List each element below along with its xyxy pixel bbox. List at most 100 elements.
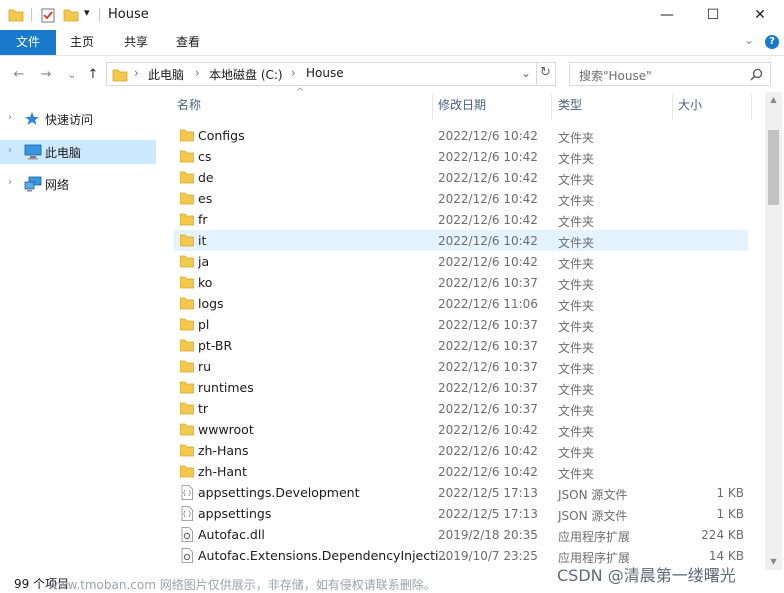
file-date: 2022/12/6 10:37 (438, 381, 538, 395)
file-row[interactable]: ru 2022/12/6 10:37 文件夹 (174, 356, 748, 377)
file-date: 2022/12/6 10:37 (438, 318, 538, 332)
column-header-size[interactable]: 大小 (678, 96, 702, 116)
file-row[interactable]: runtimes 2022/12/6 10:37 文件夹 (174, 377, 748, 398)
minimize-button[interactable]: — (644, 0, 690, 30)
breadcrumb-house[interactable]: House (306, 66, 344, 80)
file-name: zh-Hans (198, 443, 249, 458)
chevron-right-icon[interactable]: › (8, 177, 12, 188)
file-row[interactable]: cs 2022/12/6 10:42 文件夹 (174, 146, 748, 167)
file-date: 2022/12/6 11:06 (438, 297, 538, 311)
search-icon[interactable] (750, 68, 763, 81)
search-input[interactable]: 搜索"House" (569, 62, 771, 86)
tab-view[interactable]: 查看 (166, 30, 210, 55)
file-row[interactable]: es 2022/12/6 10:42 文件夹 (174, 188, 748, 209)
new-folder-icon[interactable] (63, 7, 79, 23)
file-row[interactable]: zh-Hans 2022/12/6 10:42 文件夹 (174, 440, 748, 461)
file-type: JSON 源文件 (558, 488, 628, 502)
column-resize-handle[interactable] (672, 94, 673, 120)
breadcrumb-local-disk[interactable]: 本地磁盘 (C:) (209, 66, 283, 83)
file-row[interactable]: { } appsettings 2022/12/5 17:13 JSON 源文件 1 K… (174, 503, 748, 524)
column-resize-handle[interactable] (432, 94, 433, 120)
sidebar-item-quick-access[interactable]: › 快速访问 (0, 107, 156, 131)
column-resize-handle[interactable] (751, 94, 752, 120)
file-date: 2022/12/6 10:42 (438, 171, 538, 185)
file-row[interactable]: it 2022/12/6 10:42 文件夹 (174, 230, 748, 251)
navigation-pane: › 快速访问 › 此电脑 › 网络 (0, 96, 158, 566)
maximize-button[interactable]: ☐ (690, 0, 736, 30)
file-name: tr (198, 401, 209, 416)
scroll-up-icon[interactable]: ▲ (765, 92, 782, 108)
file-row[interactable]: ko 2022/12/6 10:37 文件夹 (174, 272, 748, 293)
file-name: appsettings (198, 506, 272, 521)
file-type: 应用程序扩展 (558, 530, 631, 544)
ribbon-collapse-icon[interactable]: ⌄ (744, 33, 754, 47)
file-row[interactable]: fr 2022/12/6 10:42 文件夹 (174, 209, 748, 230)
up-button[interactable]: ↑ (83, 64, 103, 84)
file-name: ko (198, 275, 213, 290)
file-date: 2022/12/6 10:42 (438, 150, 538, 164)
properties-icon[interactable] (40, 7, 56, 23)
scroll-down-icon[interactable]: ▼ (765, 554, 782, 570)
file-name: fr (198, 212, 208, 227)
file-row[interactable]: tr 2022/12/6 10:37 文件夹 (174, 398, 748, 419)
folder-icon (180, 402, 194, 415)
column-header-date[interactable]: 修改日期 (438, 96, 486, 116)
file-name: Autofac.Extensions.DependencyInjecti... (198, 548, 451, 563)
breadcrumb-this-pc[interactable]: 此电脑 (148, 66, 184, 83)
qa-dropdown-icon[interactable]: ▾ (84, 6, 90, 19)
qa-separator (31, 8, 32, 22)
sidebar-item-network[interactable]: › 网络 (0, 172, 156, 196)
address-divider (536, 63, 537, 85)
file-type: 文件夹 (558, 404, 595, 418)
chevron-right-icon[interactable]: › (8, 112, 12, 123)
recent-locations-button[interactable]: ⌄ (62, 64, 82, 84)
file-row[interactable]: wwwroot 2022/12/6 10:42 文件夹 (174, 419, 748, 440)
file-date: 2022/12/6 10:37 (438, 360, 538, 374)
file-size: 224 KB (701, 528, 744, 542)
chevron-down-icon: ⌄ (67, 67, 77, 81)
sort-ascending-icon: ^ (296, 87, 305, 98)
file-row[interactable]: de 2022/12/6 10:42 文件夹 (174, 167, 748, 188)
chevron-right-icon[interactable]: › (8, 145, 12, 156)
file-row[interactable]: { } appsettings.Development 2022/12/5 17:1… (174, 482, 748, 503)
address-dropdown-icon[interactable]: ⌄ (521, 66, 531, 80)
file-size: 1 KB (716, 507, 744, 521)
file-date: 2022/12/6 10:42 (438, 255, 538, 269)
sidebar-item-this-pc[interactable]: › 此电脑 (0, 140, 156, 164)
watermark-text: www.tmoban.com 网络图片仅供展示，非存储，如有侵权请联系删除。 (48, 578, 436, 592)
back-button[interactable]: ← (9, 64, 29, 84)
file-name: zh-Hant (198, 464, 247, 479)
column-header-name[interactable]: 名称 (177, 96, 201, 116)
folder-icon (180, 171, 194, 184)
file-row[interactable]: pt-BR 2022/12/6 10:37 文件夹 (174, 335, 748, 356)
tab-file[interactable]: 文件 (0, 30, 56, 55)
file-row[interactable]: zh-Hant 2022/12/6 10:42 文件夹 (174, 461, 748, 482)
file-row[interactable]: ja 2022/12/6 10:42 文件夹 (174, 251, 748, 272)
tab-share[interactable]: 共享 (114, 30, 158, 55)
column-resize-handle[interactable] (551, 94, 552, 120)
title-bar: ▾ House — ☐ ✕ (0, 0, 784, 30)
scrollbar-thumb[interactable] (768, 130, 779, 205)
file-date: 2022/12/6 10:42 (438, 234, 538, 248)
file-row[interactable]: Configs 2022/12/6 10:42 文件夹 (174, 125, 748, 146)
folder-icon (180, 213, 194, 226)
folder-icon[interactable] (8, 7, 24, 23)
file-type: 文件夹 (558, 194, 595, 208)
address-bar[interactable]: › 此电脑 › 本地磁盘 (C:) › House ⌄ ↻ (106, 62, 556, 86)
forward-arrow-icon: → (40, 66, 52, 82)
file-type: JSON 源文件 (558, 509, 628, 523)
file-row[interactable]: logs 2022/12/6 11:06 文件夹 (174, 293, 748, 314)
file-row[interactable]: Autofac.dll 2019/2/18 20:35 应用程序扩展 224 KB (174, 524, 748, 545)
file-type: 文件夹 (558, 383, 595, 397)
folder-icon (180, 276, 194, 289)
column-header-type[interactable]: 类型 (558, 96, 582, 116)
tab-home[interactable]: 主页 (60, 30, 104, 55)
network-icon (24, 176, 42, 192)
file-row[interactable]: pl 2022/12/6 10:37 文件夹 (174, 314, 748, 335)
close-button[interactable]: ✕ (736, 0, 784, 30)
file-type: 文件夹 (558, 131, 595, 145)
forward-button[interactable]: → (36, 64, 56, 84)
help-icon[interactable]: ? (765, 35, 779, 49)
star-icon (25, 112, 39, 125)
refresh-icon[interactable]: ↻ (540, 65, 551, 80)
